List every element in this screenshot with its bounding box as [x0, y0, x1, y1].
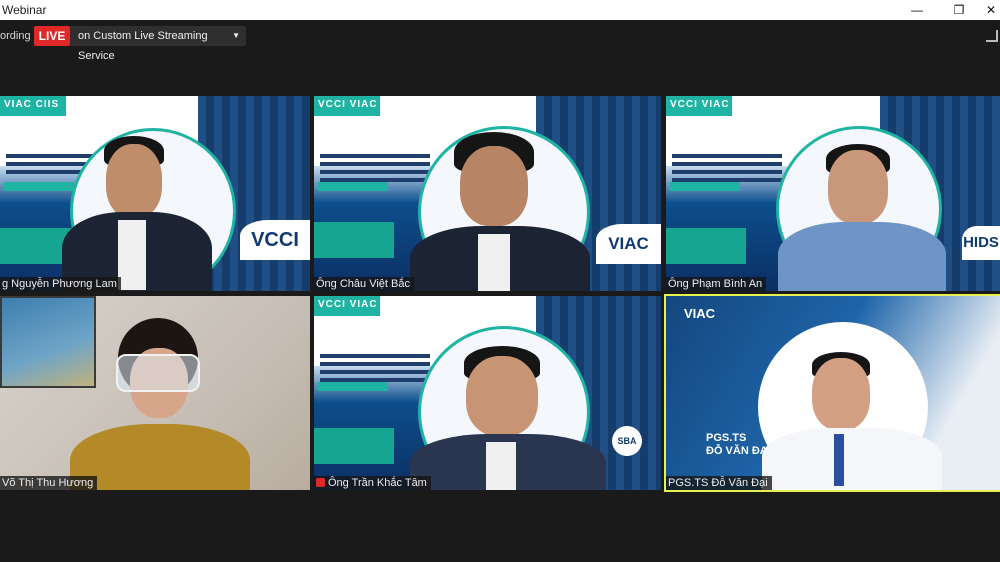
stream-service-label: on Custom Live Streaming Service [78, 30, 208, 62]
video-tile[interactable]: VCCI VIAC CIIS VIAC Ông Châu Việt Bắc [314, 96, 661, 291]
video-tile[interactable]: VCCI VIAC CIIS HIDS Ông Phạm Bình An [666, 96, 1000, 291]
minimize-button[interactable]: — [900, 0, 934, 20]
participant-name: Ông Phạm Bình An [666, 277, 767, 291]
view-option-icon[interactable] [986, 30, 998, 42]
slide-logos: VIAC CIIS [4, 99, 60, 110]
slide-logo: VIAC [684, 306, 716, 321]
window-title: Webinar [2, 3, 47, 17]
brand-logo: VCCI [240, 220, 310, 260]
video-tile[interactable]: VCCI VIAC CIIS SBA Ông Trần Khắc Tâm [314, 296, 661, 490]
brand-logo: HIDS [962, 226, 1000, 260]
meeting-toolbar: ording LIVE on Custom Live Streaming Ser… [0, 20, 1000, 70]
wall-map [0, 296, 96, 388]
video-tile-active-speaker[interactable]: VIAC PGS.TS ĐỖ VĂN ĐẠI PGS.TS Đỗ Văn Đại [664, 294, 1000, 492]
mic-muted-icon [316, 478, 325, 487]
live-stream-menu[interactable]: on Custom Live Streaming Service ▼ [70, 26, 246, 62]
participant-name: Võ Thị Thu Hương [0, 476, 98, 490]
brand-logo: VIAC [596, 224, 661, 264]
necktie [834, 434, 844, 486]
video-tile[interactable]: VIAC CIIS VCCI g Nguyễn Phương Lam [0, 96, 310, 291]
participant-name: PGS.TS Đỗ Văn Đại [666, 476, 772, 490]
close-button[interactable]: ✕ [974, 0, 1000, 20]
chevron-down-icon: ▼ [232, 31, 240, 40]
slide-title-line-1: PGS.TS [706, 432, 747, 444]
brand-logo: SBA [612, 426, 642, 456]
slide-logos: VCCI VIAC CIIS [318, 99, 405, 110]
participant-name: g Nguyễn Phương Lam [0, 277, 121, 291]
live-badge[interactable]: LIVE [34, 26, 70, 46]
face-shield [116, 354, 200, 392]
video-tile[interactable]: Võ Thị Thu Hương [0, 296, 310, 490]
participant-name: Ông Trần Khắc Tâm [314, 476, 431, 490]
slide-logos: VCCI VIAC CIIS [318, 299, 405, 310]
slide-logos: VCCI VIAC CIIS [670, 99, 757, 110]
recording-label: ording [0, 30, 31, 42]
participant-name: Ông Châu Việt Bắc [314, 277, 414, 291]
participant-name-text: Ông Trần Khắc Tâm [328, 477, 427, 489]
window-titlebar: Webinar — ❐ ✕ [0, 0, 1000, 20]
maximize-button[interactable]: ❐ [942, 0, 976, 20]
